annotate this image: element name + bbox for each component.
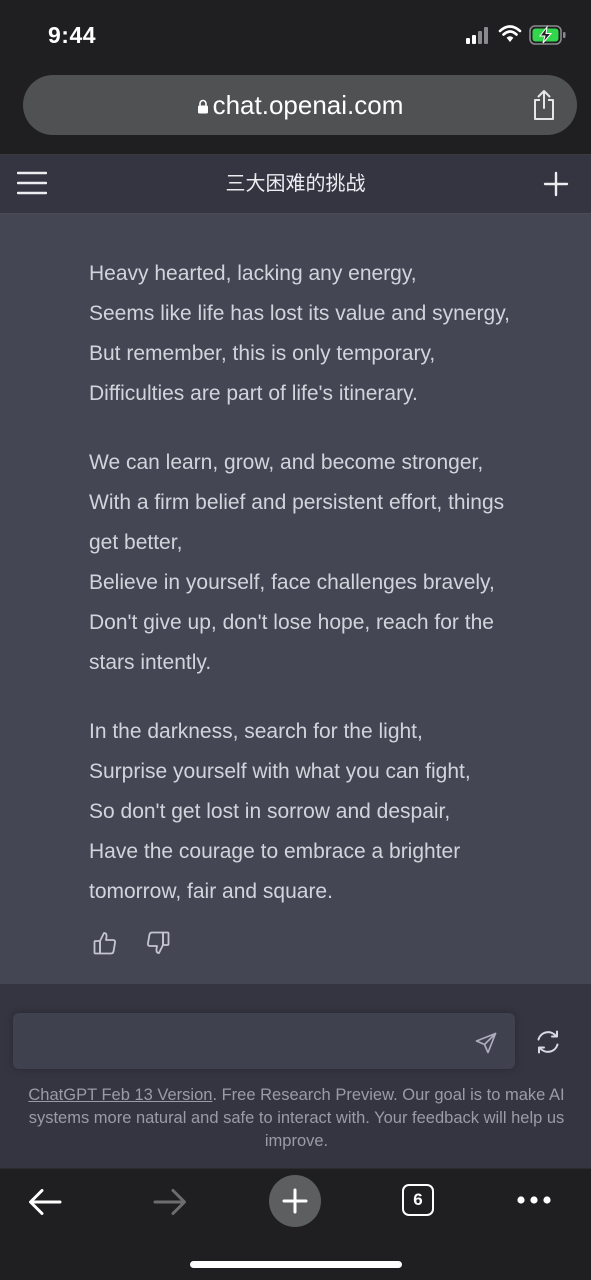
poem-line: tomorrow, fair and square.	[89, 880, 333, 903]
poem-text: Heavy hearted, lacking any energy, Seems…	[89, 254, 569, 941]
chat-header: 三大困难的挑战	[0, 155, 591, 214]
browser-address-area: chat.openai.com	[0, 70, 591, 155]
send-icon[interactable]	[475, 1032, 497, 1054]
poem-line: Heavy hearted, lacking any energy,	[89, 262, 417, 285]
poem-line: stars intently.	[89, 651, 212, 674]
poem-line: Seems like life has lost its value and s…	[89, 302, 510, 325]
poem-line: In the darkness, search for the light,	[89, 720, 423, 743]
more-icon[interactable]	[516, 1195, 552, 1205]
stanza: Heavy hearted, lacking any energy, Seems…	[89, 254, 569, 414]
back-arrow-icon[interactable]	[28, 1188, 62, 1216]
browser-toolbar: 6	[0, 1168, 591, 1280]
footer-disclaimer: ChatGPT Feb 13 Version. Free Research Pr…	[14, 1084, 579, 1153]
lock-icon	[197, 99, 208, 113]
composer-area: ChatGPT Feb 13 Version. Free Research Pr…	[0, 984, 591, 1168]
tabs-icon[interactable]: 6	[402, 1184, 434, 1216]
chat-title: 三大困难的挑战	[225, 173, 366, 195]
poem-line: Surprise yourself with what you can figh…	[89, 760, 471, 783]
new-tab-button[interactable]	[269, 1175, 321, 1227]
poem-line: Believe in yourself, face challenges bra…	[89, 571, 495, 594]
stanza: We can learn, grow, and become stronger,…	[89, 443, 569, 683]
stanza: In the darkness, search for the light, S…	[89, 712, 569, 912]
new-chat-plus-icon[interactable]	[543, 171, 569, 197]
address-bar[interactable]: chat.openai.com	[23, 75, 577, 135]
poem-line: But remember, this is only temporary,	[89, 342, 436, 365]
poem-line: get better,	[89, 531, 183, 554]
poem-line: So don't get lost in sorrow and despair,	[89, 800, 451, 823]
status-time: 9:44	[48, 22, 97, 48]
signal-icon	[466, 26, 492, 44]
assistant-message: Heavy hearted, lacking any energy, Seems…	[0, 214, 591, 984]
poem-line: Don't give up, don't lose hope, reach fo…	[89, 611, 494, 634]
message-input[interactable]	[13, 1013, 515, 1069]
feedback-buttons	[93, 930, 183, 960]
phone-screen: 9:44 chat.openai.com 三大困难的挑战 Heavy heart…	[0, 0, 591, 1280]
wifi-icon	[498, 25, 522, 42]
poem-line: With a firm belief and persistent effort…	[89, 491, 505, 514]
poem-line: Have the courage to embrace a brighter	[89, 840, 461, 863]
home-indicator	[190, 1261, 402, 1268]
regenerate-icon[interactable]	[528, 1022, 568, 1062]
new-tab-plus-icon	[282, 1188, 308, 1214]
forward-arrow-icon[interactable]	[153, 1188, 187, 1216]
thumbs-up-icon[interactable]	[93, 930, 117, 956]
url-text: chat.openai.com	[212, 89, 404, 120]
poem-line: Difficulties are part of life's itinerar…	[89, 382, 418, 405]
version-link[interactable]: ChatGPT Feb 13 Version	[28, 1086, 212, 1104]
share-icon[interactable]	[531, 89, 557, 121]
poem-line: We can learn, grow, and become stronger,	[89, 451, 484, 474]
status-bar: 9:44	[0, 0, 591, 70]
menu-icon[interactable]	[17, 171, 47, 195]
thumbs-down-icon[interactable]	[146, 930, 170, 956]
battery-charging-icon	[529, 25, 566, 45]
